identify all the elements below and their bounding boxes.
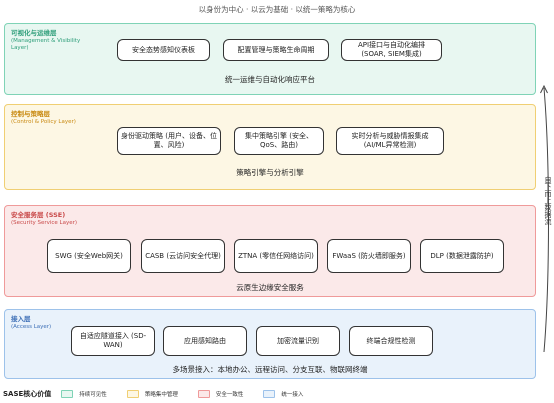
layer-title: 接入层 [11,315,31,323]
legend-title: SASE核心价值 [3,390,52,398]
box-sdwan: 自适应隧道接入 (SD-WAN) [71,326,155,356]
box-fwaas: FWaaS (防火墙即服务) [327,239,411,273]
box-endpoint-compliance: 终端合规性检测 [349,326,433,356]
box-security-dashboard: 安全态势感知仪表板 [117,39,210,61]
security-service-layer: 安全服务层 (SSE) (Security Service Layer) SWG… [4,205,536,297]
layer-caption: 多场景接入：本地办公、远程访问、分支互联、物联网终端 [172,365,368,374]
legend-item: 持续可见性 [61,390,107,398]
control-policy-layer: 控制与策略层 (Control & Policy Layer) 身份驱动策略 (… [4,104,536,190]
box-identity-policy: 身份驱动策略 (用户、设备、位置、风险) [117,127,221,155]
layer-title: 安全服务层 (SSE) [11,211,66,219]
box-config-lifecycle: 配置管理与策略生命周期 [223,39,329,61]
legend-label: 持续可见性 [79,392,107,398]
legend-swatch [61,390,74,398]
legend-label: 策略集中管理 [144,392,178,398]
layer-caption: 策略引擎与分析引擎 [236,168,304,177]
legend-item: 统一接入 [263,390,303,398]
legend-label: 统一接入 [281,392,304,398]
layer-subtitle: (Management & Visibility Layer) [11,38,81,51]
box-app-routing: 应用感知路由 [163,326,247,356]
legend-item: 策略集中管理 [126,390,178,398]
legend-swatch [263,390,276,398]
management-visibility-layer: 可视化与运维层 (Management & Visibility Layer) … [4,23,536,95]
access-layer: 接入层 (Access Layer) 自适应隧道接入 (SD-WAN) 应用感知… [4,309,536,379]
layer-caption: 云原生边缘安全服务 [236,283,304,292]
legend: SASE核心价值 持续可见性 策略集中管理 安全一致性 统一接入 [3,388,323,400]
layer-subtitle: (Access Layer) [11,324,52,330]
legend-swatch [197,390,210,398]
layer-subtitle: (Security Service Layer) [11,220,78,226]
legend-item: 安全一致性 [197,390,244,398]
box-policy-engine: 集中策略引擎 (安全、QoS、路由) [234,127,324,155]
box-api-automation: API接口与自动化编排 (SOAR, SIEM集成) [341,39,442,61]
box-dlp: DLP (数据泄露防护) [420,239,504,273]
box-threat-intel: 实时分析与威胁情报集成 (AI/ML异常检测) [336,127,444,155]
box-encrypted-traffic: 加密流量识别 [256,326,340,356]
layer-title: 可视化与运维层 [11,29,57,37]
layer-caption: 统一运维与自动化响应平台 [225,75,315,84]
box-casb: CASB (云访问安全代理) [141,239,225,273]
data-flow-label: 自下而上数据流 [544,175,552,225]
legend-swatch [126,390,139,398]
layer-subtitle: (Control & Policy Layer) [11,119,76,125]
box-swg: SWG (安全Web网关) [47,239,131,273]
legend-label: 安全一致性 [215,392,244,398]
diagram-subtitle: 以身份为中心 · 以云为基础 · 以统一策略为核心 [198,5,356,14]
layer-title: 控制与策略层 [11,110,50,118]
box-ztna: ZTNA (零信任网络访问) [234,239,318,273]
